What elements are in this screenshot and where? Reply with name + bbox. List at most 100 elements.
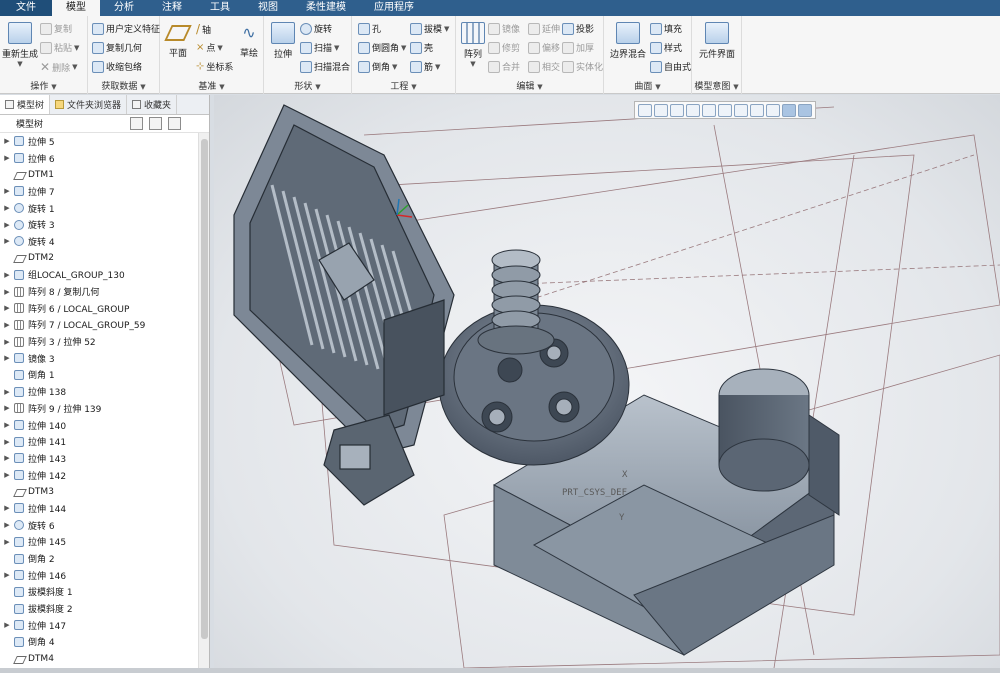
tab-file[interactable]: 文件 bbox=[0, 0, 52, 16]
tree-node[interactable]: ▶ 拉伸 144 bbox=[0, 500, 198, 517]
expand-arrow-icon[interactable]: ▶ bbox=[0, 237, 14, 245]
tree-node[interactable]: 倒角 2 bbox=[0, 550, 198, 567]
tab-annotate[interactable]: 注释 bbox=[148, 0, 196, 16]
expand-arrow-icon[interactable]: ▶ bbox=[0, 504, 14, 512]
expand-arrow-icon[interactable]: ▶ bbox=[0, 521, 14, 529]
expand-arrow-icon[interactable]: ▶ bbox=[0, 438, 14, 446]
model-3d-view[interactable]: PRT_CSYS_DEF X Y bbox=[214, 95, 1000, 668]
tree-node[interactable]: ▶ 组LOCAL_GROUP_130 bbox=[0, 267, 198, 284]
tree-node[interactable]: ▶ 拉伸 5 bbox=[0, 133, 198, 150]
tree-node[interactable]: ▶ 拉伸 147 bbox=[0, 617, 198, 634]
expand-arrow-icon[interactable]: ▶ bbox=[0, 304, 14, 312]
datum-display-icon[interactable] bbox=[766, 103, 780, 117]
thicken-button[interactable]: 加厚 bbox=[562, 41, 594, 54]
expand-arrow-icon[interactable]: ▶ bbox=[0, 471, 14, 479]
graphics-viewport[interactable]: PRT_CSYS_DEF X Y bbox=[214, 95, 1000, 668]
tree-node[interactable]: ▶ 旋转 3 bbox=[0, 216, 198, 233]
tree-node[interactable]: ▶ 拉伸 7 bbox=[0, 183, 198, 200]
group-label-editing[interactable]: 编辑 ▼ bbox=[456, 79, 603, 92]
tree-node[interactable]: DTM3 bbox=[0, 483, 198, 500]
offset-button[interactable]: 偏移 bbox=[528, 41, 560, 54]
shell-button[interactable]: 壳 bbox=[410, 41, 433, 54]
tree-node[interactable]: ▶ 拉伸 140 bbox=[0, 417, 198, 434]
draft-button[interactable]: 拔模 ▼ bbox=[410, 22, 449, 35]
intersect-button[interactable]: 相交 bbox=[528, 60, 560, 73]
copy-geometry-button[interactable]: 复制几何 bbox=[92, 41, 142, 54]
boundary-blend-button[interactable]: 边界混合 bbox=[608, 22, 648, 60]
tree-node[interactable]: ▶ 阵列 3 / 拉伸 52 bbox=[0, 333, 198, 350]
tree-node[interactable]: 拔模斜度 2 bbox=[0, 600, 198, 617]
extrude-button[interactable]: 拉伸 bbox=[268, 22, 298, 60]
saved-views-icon[interactable] bbox=[718, 103, 732, 117]
rib-button[interactable]: 筋 ▼ bbox=[410, 60, 440, 73]
zoom-in-icon[interactable] bbox=[654, 103, 668, 117]
expand-arrow-icon[interactable]: ▶ bbox=[0, 421, 14, 429]
expand-arrow-icon[interactable]: ▶ bbox=[0, 454, 14, 462]
tree-node[interactable]: 倒角 4 bbox=[0, 634, 198, 651]
chamfer-button[interactable]: 倒角 ▼ bbox=[358, 60, 397, 73]
trim-button[interactable]: 修剪 bbox=[488, 41, 520, 54]
expand-arrow-icon[interactable]: ▶ bbox=[0, 388, 14, 396]
user-defined-feature-button[interactable]: 用户定义特征 bbox=[92, 22, 160, 35]
group-label-get-data[interactable]: 获取数据 ▼ bbox=[88, 79, 159, 92]
tree-filter-icon[interactable] bbox=[168, 117, 181, 130]
tab-model-tree[interactable]: 模型树 bbox=[0, 95, 51, 114]
group-label-model-intent[interactable]: 模型意图 ▼ bbox=[692, 79, 741, 92]
repaint-icon[interactable] bbox=[686, 103, 700, 117]
tree-node[interactable]: ▶ 阵列 8 / 复制几何 bbox=[0, 283, 198, 300]
spin-center-icon[interactable] bbox=[798, 103, 812, 117]
delete-button[interactable]: ✕ 删除 ▼ bbox=[40, 60, 77, 74]
tree-node[interactable]: ▶ 阵列 9 / 拉伸 139 bbox=[0, 400, 198, 417]
tree-columns-icon[interactable] bbox=[149, 117, 162, 130]
pattern-button[interactable]: 阵列 ▼ bbox=[460, 22, 486, 68]
axis-button[interactable]: / 轴 bbox=[196, 22, 211, 36]
expand-arrow-icon[interactable]: ▶ bbox=[0, 404, 14, 412]
expand-arrow-icon[interactable]: ▶ bbox=[0, 137, 14, 145]
regenerate-button[interactable]: 重新生成 ▼ bbox=[2, 22, 38, 68]
round-button[interactable]: 倒圆角 ▼ bbox=[358, 41, 406, 54]
tree-node[interactable]: 拔模斜度 1 bbox=[0, 584, 198, 601]
freestyle-button[interactable]: 自由式 bbox=[650, 60, 691, 73]
extend-button[interactable]: 延伸 bbox=[528, 22, 560, 35]
zoom-out-icon[interactable] bbox=[670, 103, 684, 117]
tree-node[interactable]: ▶ 拉伸 6 bbox=[0, 150, 198, 167]
shrinkwrap-button[interactable]: 收缩包络 bbox=[92, 60, 142, 73]
view-manager-icon[interactable] bbox=[734, 103, 748, 117]
plane-button[interactable]: 平面 bbox=[164, 22, 192, 59]
revolve-button[interactable]: 旋转 bbox=[300, 22, 332, 35]
expand-arrow-icon[interactable]: ▶ bbox=[0, 571, 14, 579]
perspective-icon[interactable] bbox=[750, 103, 764, 117]
tab-view[interactable]: 视图 bbox=[244, 0, 292, 16]
sweep-button[interactable]: 扫描 ▼ bbox=[300, 41, 339, 54]
tab-tools[interactable]: 工具 bbox=[196, 0, 244, 16]
group-label-datum[interactable]: 基准 ▼ bbox=[160, 79, 263, 92]
expand-arrow-icon[interactable]: ▶ bbox=[0, 354, 14, 362]
group-label-surfaces[interactable]: 曲面 ▼ bbox=[604, 79, 691, 92]
paste-button[interactable]: 粘贴 ▼ bbox=[40, 41, 79, 54]
expand-arrow-icon[interactable]: ▶ bbox=[0, 154, 14, 162]
tree-node[interactable]: ▶ 旋转 4 bbox=[0, 233, 198, 250]
expand-arrow-icon[interactable]: ▶ bbox=[0, 187, 14, 195]
tree-node[interactable]: ▶ 拉伸 138 bbox=[0, 383, 198, 400]
tab-model[interactable]: 模型 bbox=[52, 0, 100, 16]
project-button[interactable]: 投影 bbox=[562, 22, 594, 35]
expand-arrow-icon[interactable]: ▶ bbox=[0, 338, 14, 346]
group-label-engineering[interactable]: 工程 ▼ bbox=[352, 79, 455, 92]
group-label-operations[interactable]: 操作 ▼ bbox=[0, 79, 87, 92]
tab-analysis[interactable]: 分析 bbox=[100, 0, 148, 16]
tab-favorites[interactable]: 收藏夹 bbox=[127, 95, 178, 114]
tree-node[interactable]: ▶ 拉伸 145 bbox=[0, 534, 198, 551]
mirror-button[interactable]: 镜像 bbox=[488, 22, 520, 35]
expand-arrow-icon[interactable]: ▶ bbox=[0, 204, 14, 212]
solidify-button[interactable]: 实体化 bbox=[562, 60, 603, 73]
expand-arrow-icon[interactable]: ▶ bbox=[0, 288, 14, 296]
sketch-button[interactable]: ∿ 草绘 bbox=[236, 22, 262, 59]
tree-node[interactable]: DTM4 bbox=[0, 650, 198, 667]
expand-arrow-icon[interactable]: ▶ bbox=[0, 271, 14, 279]
tree-node[interactable]: ▶ 拉伸 143 bbox=[0, 450, 198, 467]
tree-node[interactable]: ▶ 阵列 7 / LOCAL_GROUP_59 bbox=[0, 317, 198, 334]
tree-node[interactable]: ▶ 拉伸 141 bbox=[0, 433, 198, 450]
tree-node[interactable]: ▶ 拉伸 146 bbox=[0, 567, 198, 584]
tree-node[interactable]: ▶ 旋转 1 bbox=[0, 200, 198, 217]
tree-scrollbar[interactable] bbox=[198, 133, 209, 673]
